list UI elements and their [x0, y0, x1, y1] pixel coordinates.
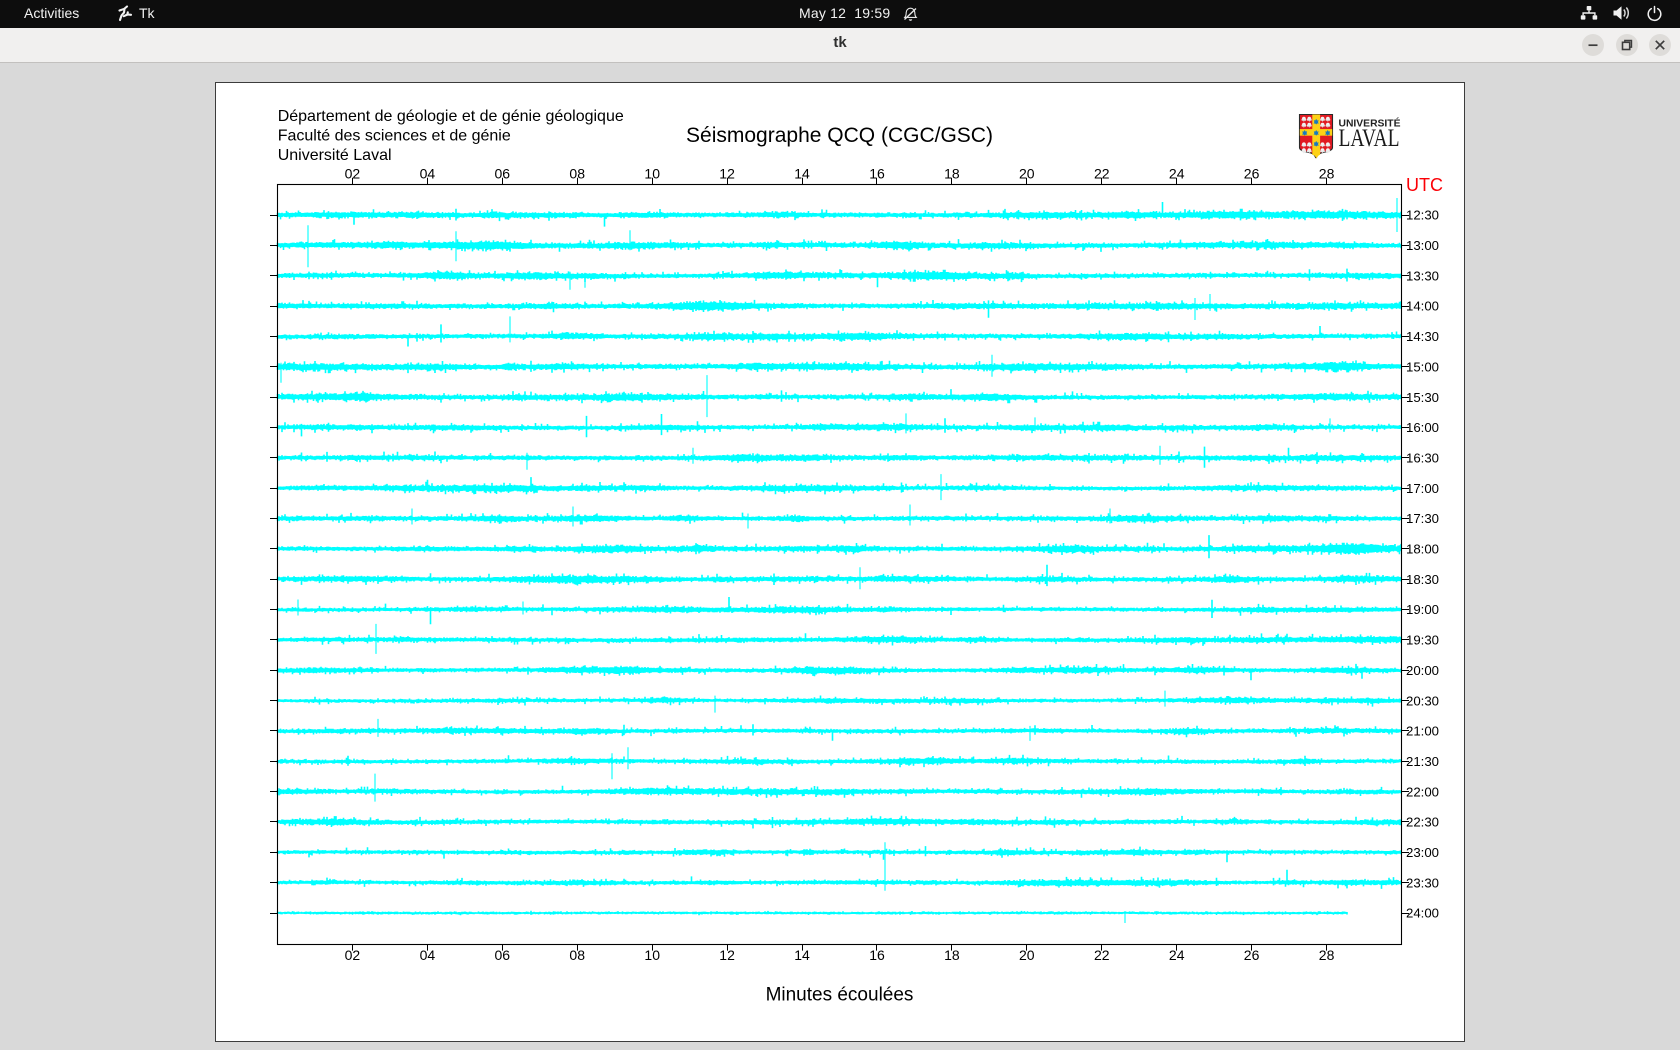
svg-text:22: 22: [1094, 947, 1110, 963]
svg-text:08: 08: [569, 165, 585, 181]
svg-text:20:00: 20:00: [1406, 663, 1439, 678]
svg-text:17:00: 17:00: [1406, 481, 1439, 496]
svg-text:22:30: 22:30: [1406, 815, 1439, 830]
svg-text:21:30: 21:30: [1406, 754, 1439, 769]
svg-text:24: 24: [1169, 165, 1185, 181]
svg-text:06: 06: [495, 947, 511, 963]
svg-text:20: 20: [1019, 947, 1035, 963]
svg-text:22: 22: [1094, 165, 1110, 181]
svg-text:02: 02: [345, 947, 361, 963]
svg-text:20:30: 20:30: [1406, 693, 1439, 708]
svg-text:04: 04: [420, 165, 436, 181]
svg-text:18:30: 18:30: [1406, 572, 1439, 587]
svg-text:14: 14: [794, 165, 810, 181]
svg-text:Faculté des sciences et de gén: Faculté des sciences et de génie: [278, 128, 511, 145]
svg-text:Département de géologie et de: Département de géologie et de génie géol…: [278, 108, 624, 125]
svg-text:16: 16: [869, 165, 885, 181]
svg-text:12: 12: [719, 947, 735, 963]
svg-text:18: 18: [944, 165, 960, 181]
svg-text:02: 02: [345, 165, 361, 181]
svg-text:16:00: 16:00: [1406, 420, 1439, 435]
svg-text:LAVAL: LAVAL: [1339, 123, 1400, 152]
svg-text:24:00: 24:00: [1406, 906, 1439, 921]
svg-text:16: 16: [869, 947, 885, 963]
svg-text:28: 28: [1319, 947, 1335, 963]
svg-text:12:30: 12:30: [1406, 208, 1439, 223]
svg-text:04: 04: [420, 947, 436, 963]
svg-text:20: 20: [1019, 165, 1035, 181]
svg-text:13:30: 13:30: [1406, 268, 1439, 283]
svg-text:23:30: 23:30: [1406, 875, 1439, 890]
svg-text:16:30: 16:30: [1406, 451, 1439, 466]
svg-text:Université Laval: Université Laval: [278, 147, 392, 164]
svg-text:10: 10: [644, 947, 660, 963]
svg-text:26: 26: [1244, 947, 1260, 963]
svg-text:Séismographe QCQ (CGC/GSC): Séismographe QCQ (CGC/GSC): [686, 124, 993, 147]
svg-text:19:00: 19:00: [1406, 602, 1439, 617]
svg-text:08: 08: [569, 947, 585, 963]
svg-text:26: 26: [1244, 165, 1260, 181]
svg-text:28: 28: [1319, 165, 1335, 181]
svg-text:24: 24: [1169, 947, 1185, 963]
svg-text:18:00: 18:00: [1406, 542, 1439, 557]
svg-text:23:00: 23:00: [1406, 845, 1439, 860]
svg-text:10: 10: [644, 165, 660, 181]
svg-text:14:00: 14:00: [1406, 299, 1439, 314]
svg-text:14:30: 14:30: [1406, 329, 1439, 344]
svg-text:15:30: 15:30: [1406, 390, 1439, 405]
svg-text:Minutes écoulées: Minutes écoulées: [766, 985, 914, 1006]
svg-text:UTC: UTC: [1406, 175, 1443, 195]
svg-text:12: 12: [719, 165, 735, 181]
svg-text:18: 18: [944, 947, 960, 963]
svg-text:17:30: 17:30: [1406, 511, 1439, 526]
svg-text:22:00: 22:00: [1406, 784, 1439, 799]
svg-text:13:00: 13:00: [1406, 238, 1439, 253]
svg-text:21:00: 21:00: [1406, 724, 1439, 739]
svg-text:14: 14: [794, 947, 810, 963]
svg-text:15:00: 15:00: [1406, 359, 1439, 374]
svg-text:06: 06: [495, 165, 511, 181]
svg-text:19:30: 19:30: [1406, 633, 1439, 648]
